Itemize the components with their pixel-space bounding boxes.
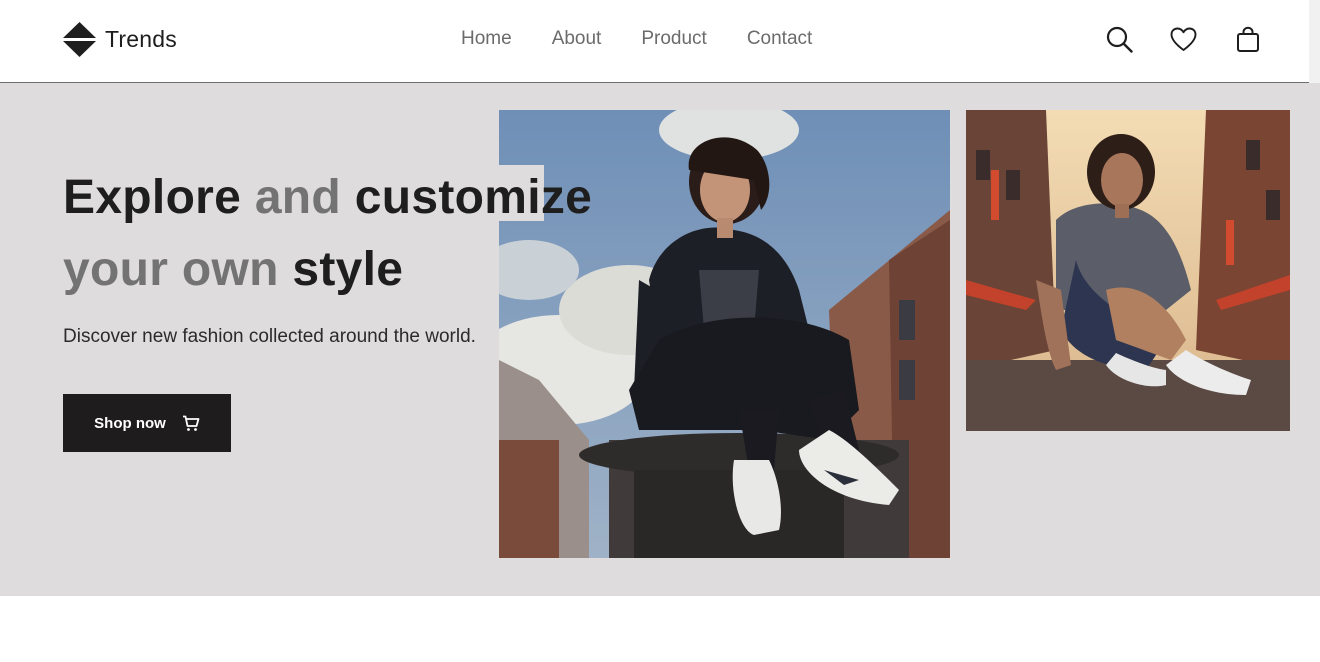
site-header: Trends Home About Product Contact — [0, 0, 1309, 83]
shop-now-button[interactable]: Shop now — [63, 394, 231, 452]
heart-icon — [1170, 27, 1197, 51]
brand-name: Trends — [105, 26, 177, 52]
cart-icon — [182, 415, 200, 431]
nav-product[interactable]: Product — [641, 28, 706, 50]
bag-button[interactable] — [1234, 26, 1261, 53]
hero-headline: Explore and customize your own style — [63, 162, 592, 306]
headline-word: and — [254, 171, 342, 224]
hero-section: Explore and customize your own style Dis… — [0, 83, 1320, 596]
diamond-logo-icon — [63, 22, 96, 57]
wishlist-button[interactable] — [1170, 26, 1197, 53]
hero-subtitle: Discover new fashion collected around th… — [63, 326, 476, 347]
nav-contact[interactable]: Contact — [747, 28, 812, 50]
headline-word: customize — [354, 171, 593, 224]
search-icon — [1106, 26, 1133, 53]
main-nav: Home About Product Contact — [461, 28, 812, 50]
nav-home[interactable]: Home — [461, 28, 512, 50]
shop-now-label: Shop now — [94, 414, 166, 432]
search-button[interactable] — [1106, 26, 1133, 53]
headline-word: style — [292, 243, 404, 296]
shopping-bag-icon — [1236, 26, 1259, 52]
header-actions — [1106, 26, 1261, 53]
brand-logo[interactable]: Trends — [63, 22, 177, 57]
hero-photo-secondary — [966, 110, 1290, 431]
nav-about[interactable]: About — [552, 28, 602, 50]
headline-word: your own — [63, 243, 279, 296]
headline-word: Explore — [63, 171, 242, 224]
